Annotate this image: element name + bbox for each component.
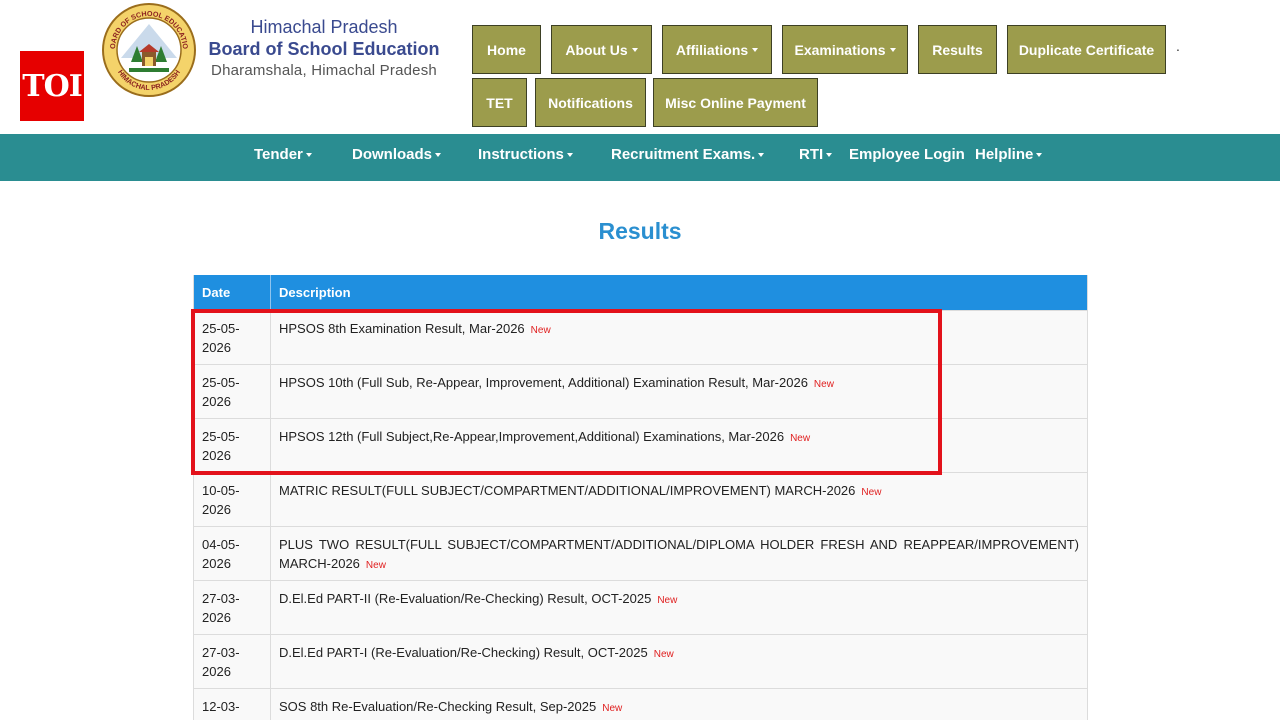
page-title: Results bbox=[598, 218, 682, 244]
nav-tender-link[interactable]: Tender bbox=[254, 146, 312, 163]
nav-employee-login-link[interactable]: Employee Login bbox=[849, 146, 965, 163]
chevron-down-icon bbox=[758, 153, 765, 158]
table-row: 10-05- 2026 MATRIC RESULT(FULL SUBJECT/CO… bbox=[194, 472, 1087, 526]
nav-results-button[interactable]: Results bbox=[918, 25, 997, 74]
nav-home-button[interactable]: Home bbox=[472, 25, 541, 74]
table-row: 27-03- 2026 D.El.Ed PART-II (Re-Evaluatio… bbox=[194, 580, 1087, 634]
nav-misc-online-payment-label: Misc Online Payment bbox=[665, 94, 806, 111]
date-part: 27-03- bbox=[202, 645, 240, 660]
date-year: 2026 bbox=[202, 556, 231, 571]
nav-notifications-button[interactable]: Notifications bbox=[535, 78, 646, 127]
table-row: 04-05- 2026 PLUS TWO RESULT(FULL SUBJECT/… bbox=[194, 526, 1087, 580]
row-description: PLUS TWO RESULT(FULL SUBJECT/COMPARTMENT… bbox=[271, 527, 1087, 580]
nav-affiliations-label: Affiliations bbox=[675, 41, 749, 58]
chevron-down-icon bbox=[305, 153, 312, 158]
row-date: 27-03- 2026 bbox=[194, 581, 271, 634]
nav-examinations-button[interactable]: Examinations bbox=[782, 25, 908, 74]
row-description: SOS 8th Re-Evaluation/Re-Checking Result… bbox=[271, 689, 1087, 720]
row-description: MATRIC RESULT(FULL SUBJECT/COMPARTMENT/A… bbox=[271, 473, 1087, 526]
board-name-block: Himachal Pradesh Board of School Educati… bbox=[204, 16, 444, 82]
nav-recruitment-exams-label: Recruitment Exams. bbox=[611, 146, 756, 163]
nav-tet-label: TET bbox=[486, 94, 513, 111]
nav-duplicate-certificate-button[interactable]: Duplicate Certificate bbox=[1007, 25, 1166, 74]
row-date: 04-05- 2026 bbox=[194, 527, 271, 580]
new-badge: New bbox=[602, 703, 623, 714]
page-root: TOI BOARD OF SCHOOL EDUCATION HIMACHAL P… bbox=[0, 0, 1280, 720]
new-badge: New bbox=[861, 487, 882, 498]
result-link[interactable]: MATRIC RESULT(FULL SUBJECT/COMPARTMENT/A… bbox=[279, 483, 855, 498]
date-part: 12-03- bbox=[202, 699, 240, 714]
nav-misc-online-payment-button[interactable]: Misc Online Payment bbox=[653, 78, 818, 127]
chevron-down-icon bbox=[566, 153, 573, 158]
chevron-down-icon bbox=[826, 153, 833, 158]
board-location: Dharamshala, Himachal Pradesh bbox=[211, 62, 437, 79]
new-badge: New bbox=[657, 595, 678, 606]
row-description: D.El.Ed PART-I (Re-Evaluation/Re-Checkin… bbox=[271, 635, 1087, 688]
table-row: 12-03-2026 SOS 8th Re-Evaluation/Re-Chec… bbox=[194, 688, 1087, 720]
chevron-down-icon bbox=[435, 153, 442, 158]
chevron-down-icon bbox=[889, 47, 896, 52]
result-link[interactable]: SOS 8th Re-Evaluation/Re-Checking Result… bbox=[279, 699, 596, 714]
stray-dot: . bbox=[1176, 38, 1180, 54]
nav-duplicate-certificate-label: Duplicate Certificate bbox=[1018, 41, 1155, 58]
board-name-line1: Himachal Pradesh bbox=[250, 17, 398, 37]
nav-about-us-button[interactable]: About Us bbox=[551, 25, 652, 74]
board-name-line2: Board of School Education bbox=[208, 39, 440, 59]
nav-instructions-label: Instructions bbox=[478, 146, 564, 163]
nav-instructions-link[interactable]: Instructions bbox=[478, 146, 573, 163]
row-date: 27-03- 2026 bbox=[194, 635, 271, 688]
row-date: 10-05- 2026 bbox=[194, 473, 271, 526]
nav-notifications-label: Notifications bbox=[548, 94, 633, 111]
nav-affiliations-button[interactable]: Affiliations bbox=[662, 25, 772, 74]
nav-tet-button[interactable]: TET bbox=[472, 78, 527, 127]
nav-results-label: Results bbox=[932, 41, 983, 58]
header-description: Description bbox=[279, 285, 351, 300]
nav-helpline-link[interactable]: Helpline bbox=[975, 146, 1043, 163]
nav-rti-label: RTI bbox=[799, 146, 824, 163]
row-date: 12-03-2026 bbox=[194, 689, 271, 720]
toi-watermark: TOI bbox=[20, 51, 84, 121]
date-year: 2026 bbox=[202, 664, 231, 679]
result-link[interactable]: PLUS TWO RESULT(FULL SUBJECT/COMPARTMENT… bbox=[279, 537, 1079, 571]
table-row: 27-03- 2026 D.El.Ed PART-I (Re-Evaluation… bbox=[194, 634, 1087, 688]
date-part: 27-03- bbox=[202, 591, 240, 606]
nav-about-us-label: About Us bbox=[565, 41, 628, 58]
date-part: 10-05- bbox=[202, 483, 240, 498]
result-link[interactable]: D.El.Ed PART-II (Re-Evaluation/Re-Checki… bbox=[279, 591, 651, 606]
chevron-down-icon bbox=[631, 47, 638, 52]
header-date: Date bbox=[194, 275, 271, 310]
highlight-box bbox=[191, 309, 942, 475]
result-link[interactable]: D.El.Ed PART-I (Re-Evaluation/Re-Checkin… bbox=[279, 645, 648, 660]
nav-employee-login-label: Employee Login bbox=[849, 146, 965, 163]
nav-examinations-label: Examinations bbox=[794, 41, 886, 58]
nav-tender-label: Tender bbox=[254, 146, 303, 163]
row-description: D.El.Ed PART-II (Re-Evaluation/Re-Checki… bbox=[271, 581, 1087, 634]
table-header: Date Description bbox=[194, 275, 1087, 310]
nav-recruitment-exams-link[interactable]: Recruitment Exams. bbox=[611, 146, 765, 163]
hpbose-seal-logo: BOARD OF SCHOOL EDUCATION HIMACHAL PRADE… bbox=[101, 2, 196, 97]
date-year: 2026 bbox=[202, 610, 231, 625]
chevron-down-icon bbox=[1036, 153, 1043, 158]
nav-home-label: Home bbox=[487, 41, 526, 58]
nav-helpline-label: Helpline bbox=[975, 146, 1034, 163]
chevron-down-icon bbox=[752, 47, 759, 52]
nav-downloads-link[interactable]: Downloads bbox=[352, 146, 442, 163]
nav-rti-link[interactable]: RTI bbox=[799, 146, 833, 163]
nav-downloads-label: Downloads bbox=[352, 146, 433, 163]
new-badge: New bbox=[653, 649, 674, 660]
date-year: 2026 bbox=[202, 502, 231, 517]
date-part: 04-05- bbox=[202, 537, 240, 552]
new-badge: New bbox=[365, 560, 386, 571]
